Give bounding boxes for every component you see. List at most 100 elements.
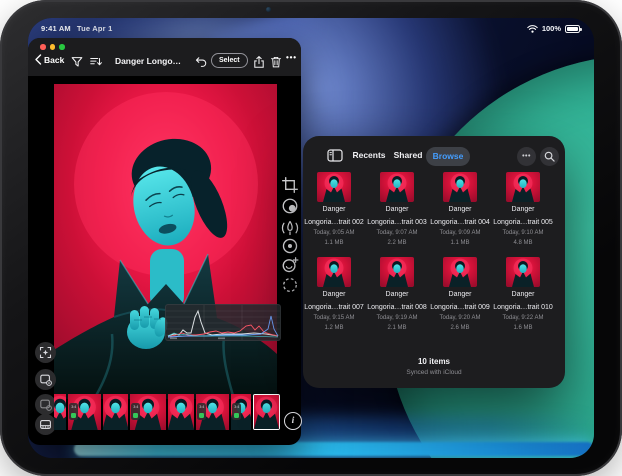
file-thumbnail (506, 172, 540, 202)
battery-icon (565, 25, 580, 33)
copy-adjustments-icon (39, 398, 52, 411)
file-name: Longoria…trait 003 (366, 219, 428, 228)
files-search-button[interactable] (540, 147, 559, 166)
front-camera-icon (266, 7, 271, 12)
file-name: Danger (492, 291, 554, 300)
auto-enhance-button[interactable] (35, 342, 56, 363)
files-footer: 10 items Synced with iCloud (303, 357, 565, 376)
filmstrip-toggle-button[interactable] (35, 414, 56, 435)
filter-button[interactable] (70, 55, 84, 74)
tool-vignette-button[interactable] (281, 237, 299, 255)
edited-indicator (199, 413, 204, 418)
selection-icon (281, 276, 299, 294)
select-button[interactable]: Select (211, 53, 248, 68)
status-bar-right: 100% (527, 24, 580, 33)
filmstrip-thumbnail[interactable]: 3:4 (231, 394, 251, 430)
edited-indicator (133, 413, 138, 418)
file-size: 4.8 MB (492, 239, 554, 247)
item-count: 10 items (303, 357, 565, 366)
file-item[interactable]: Danger Longoria…trait 002 Today, 9:05 AM… (303, 172, 365, 247)
file-name: Longoria…trait 008 (366, 304, 428, 313)
undo-button[interactable] (194, 55, 208, 74)
file-name: Longoria…trait 009 (429, 304, 491, 313)
filmstrip-thumbnail[interactable] (168, 394, 194, 430)
status-bar-left: 9:41 AM Tue Apr 1 (41, 24, 112, 33)
file-date: Today, 9:22 AM (492, 314, 554, 322)
delete-button[interactable] (269, 55, 283, 74)
edited-indicator (71, 413, 76, 418)
tool-selection-button[interactable] (281, 276, 299, 294)
filmstrip: 3:4 3:4 (54, 394, 285, 430)
file-date: Today, 9:19 AM (366, 314, 428, 322)
file-item[interactable]: Danger Longoria…trait 010 Today, 9:22 AM… (492, 257, 554, 332)
file-thumbnail (380, 172, 414, 202)
file-date: Today, 9:09 AM (429, 229, 491, 237)
trash-icon (269, 55, 283, 69)
screen: 9:41 AM Tue Apr 1 100% (28, 18, 594, 458)
share-button[interactable] (252, 55, 266, 74)
file-name: Danger (366, 291, 428, 300)
file-thumbnail (506, 257, 540, 287)
crop-icon (281, 176, 299, 194)
ipad-device: 9:41 AM Tue Apr 1 100% (0, 0, 622, 476)
file-item[interactable]: Danger Longoria…trait 009 Today, 9:20 AM… (429, 257, 491, 332)
file-name: Longoria…trait 010 (492, 304, 554, 313)
back-button[interactable]: Back (34, 54, 64, 65)
copy-adjustments-button[interactable] (35, 394, 56, 415)
filmstrip-thumbnail[interactable]: 3:4 (196, 394, 229, 430)
filmstrip-thumbnail[interactable]: 3:4 (130, 394, 166, 430)
file-thumbnail (443, 172, 477, 202)
filmstrip-thumbnail[interactable]: 3:4 (68, 394, 101, 430)
files-more-button[interactable]: ••• (517, 147, 536, 166)
photo-canvas[interactable] (54, 84, 277, 399)
export-settings-button[interactable] (35, 369, 56, 390)
aspect-ratio-badge: 3:4 (197, 403, 206, 420)
aspect-ratio-badge: 3:4 (131, 403, 140, 420)
sync-status: Synced with iCloud (303, 369, 565, 376)
file-thumbnail (443, 257, 477, 287)
sort-button[interactable] (89, 55, 103, 74)
file-date: Today, 9:05 AM (303, 229, 365, 237)
auto-enhance-icon (39, 346, 52, 359)
sort-descending-icon (89, 55, 103, 69)
tab-browse[interactable]: Browse (426, 147, 470, 166)
sidebar-icon (327, 149, 343, 162)
file-size: 2.6 MB (429, 324, 491, 332)
file-name: Danger (303, 291, 365, 300)
tool-retouch-button[interactable] (281, 256, 299, 274)
info-icon: i (292, 416, 295, 426)
file-name: Danger (429, 291, 491, 300)
file-name: Longoria…trait 007 (303, 304, 365, 313)
filmstrip-thumbnail[interactable] (103, 394, 128, 430)
minimize-window-icon[interactable] (50, 44, 56, 50)
tab-shared[interactable]: Shared (390, 150, 426, 160)
tab-recents[interactable]: Recents (351, 150, 387, 160)
file-item[interactable]: Danger Longoria…trait 003 Today, 9:07 AM… (366, 172, 428, 247)
sidebar-toggle-button[interactable] (327, 149, 343, 167)
file-thumbnail (380, 257, 414, 287)
file-item[interactable]: Danger Longoria…trait 008 Today, 9:19 AM… (366, 257, 428, 332)
file-item[interactable]: Danger Longoria…trait 005 Today, 9:10 AM… (492, 172, 554, 247)
file-name: Longoria…trait 002 (303, 219, 365, 228)
edited-indicator (234, 413, 239, 418)
status-time: 9:41 AM (41, 24, 71, 33)
files-window: Recents Shared Browse ••• Danger Longori… (303, 136, 565, 388)
filmstrip-thumbnail[interactable] (54, 394, 66, 430)
info-button[interactable]: i (284, 412, 302, 430)
file-item[interactable]: Danger Longoria…trait 007 Today, 9:15 AM… (303, 257, 365, 332)
undo-icon (194, 55, 208, 69)
window-controls[interactable] (40, 44, 65, 50)
close-window-icon[interactable] (40, 44, 46, 50)
tool-adjust-button[interactable] (281, 197, 299, 215)
file-name: Longoria…trait 005 (492, 219, 554, 228)
file-item[interactable]: Danger Longoria…trait 004 Today, 9:09 AM… (429, 172, 491, 247)
more-button[interactable]: ••• (286, 53, 297, 62)
tool-repair-button[interactable] (281, 219, 299, 237)
file-date: Today, 9:07 AM (366, 229, 428, 237)
aspect-ratio-badge: 3:4 (69, 403, 78, 420)
tool-crop-button[interactable] (281, 176, 299, 194)
vignette-icon (281, 237, 299, 255)
filmstrip-thumbnail-selected[interactable] (253, 394, 280, 430)
status-date: Tue Apr 1 (77, 24, 113, 33)
zoom-window-icon[interactable] (59, 44, 65, 50)
